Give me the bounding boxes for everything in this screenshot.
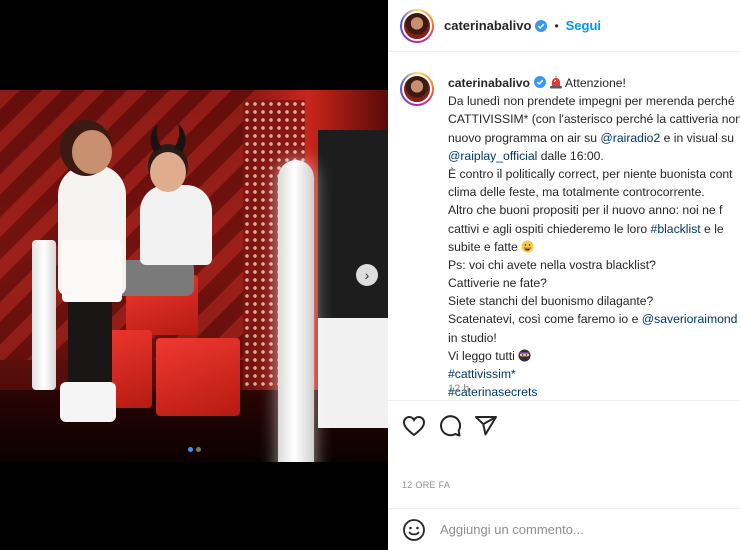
- comment-bar: [388, 508, 740, 550]
- caption-line: Cattiverie ne fate?: [448, 274, 740, 292]
- caption-line: cattivi e agli ospiti chiederemo le loro…: [448, 220, 740, 238]
- caption-fragment: subite e fatte: [448, 239, 522, 254]
- caption-area: caterinabalivo Attenzione! Da lunedì non p…: [388, 52, 740, 400]
- caption-line: CATTIVISSIM* (con l'asterisco perché la …: [448, 110, 740, 128]
- caption-time[interactable]: 12 h: [448, 383, 469, 395]
- caption-fragment: Cattiverie ne fate?: [448, 276, 547, 291]
- carousel-dots: [0, 441, 388, 453]
- caption-fragment: in studio!: [448, 330, 497, 345]
- post-header: caterinabalivo • Segui: [388, 0, 740, 52]
- caption-line: subite e fatte: [448, 238, 740, 256]
- light-column: [278, 160, 314, 462]
- caption-fragment: cattivi e agli ospiti chiederemo le loro: [448, 221, 651, 236]
- caption-line: #caterinasecrets: [448, 383, 740, 400]
- caption-fragment: nuovo programma on air su: [448, 130, 601, 145]
- caption-line: in studio!: [448, 329, 740, 347]
- verified-badge-icon: [535, 19, 548, 32]
- post-timestamp[interactable]: 12 ORE FA: [402, 480, 450, 490]
- caption-fragment: clima delle feste, ma totalmente controc…: [448, 185, 705, 200]
- caption-line: Ps: voi chi avete nella vostra blacklist…: [448, 256, 740, 274]
- caption-line: Scatenatevi, così come faremo io e @save…: [448, 310, 740, 328]
- ninja-icon: [518, 349, 531, 362]
- caption-link[interactable]: @rairadio2: [600, 131, 660, 145]
- paper-plane-icon[interactable]: [474, 414, 498, 438]
- woman-skirt: [62, 240, 122, 302]
- caption-fragment: Vi leggo tutti: [448, 348, 519, 363]
- caption-line: @raiplay_official dalle 16:00.: [448, 147, 740, 165]
- caption-username[interactable]: caterinabalivo: [448, 76, 530, 90]
- carousel-dot-1[interactable]: [187, 447, 193, 453]
- caption-fragment: È contro il politically correct, per nie…: [448, 166, 733, 181]
- caption-fragment: dalle 16:00.: [537, 148, 604, 163]
- caption-line: nuovo programma on air su @rairadio2 e i…: [448, 129, 740, 147]
- woman-boots: [60, 382, 116, 422]
- caption-link[interactable]: @raiplay_official: [448, 149, 537, 163]
- caption-fragment: Da lunedì non prendete impegni per meren…: [448, 94, 735, 109]
- caption-line: caterinabalivo Attenzione!: [448, 74, 740, 92]
- man-figure: [140, 185, 212, 265]
- police-light-icon: [549, 75, 562, 89]
- comment-input[interactable]: [440, 522, 730, 537]
- grinning-face-icon: [521, 240, 534, 253]
- caption-line: Altro che buoni propositi per il nuovo a…: [448, 201, 740, 219]
- caption-line: Vi leggo tutti: [448, 347, 740, 365]
- woman-head: [72, 130, 112, 174]
- avatar[interactable]: [400, 8, 434, 43]
- caption-line: clima delle feste, ma totalmente controc…: [448, 183, 740, 201]
- carousel-dot-2[interactable]: [195, 447, 201, 453]
- comment-bubble-icon[interactable]: [438, 414, 462, 438]
- caption-fragment: Ps: voi chi avete nella vostra blacklist…: [448, 257, 656, 272]
- post-photo[interactable]: [0, 90, 388, 462]
- caption-link[interactable]: #blacklist: [651, 222, 701, 236]
- caption-line: #cattivissim*: [448, 365, 740, 383]
- light-column-left: [32, 240, 56, 390]
- caption-text: caterinabalivo Attenzione! Da lunedì non p…: [448, 74, 740, 400]
- action-bar: [388, 400, 740, 450]
- caption-fragment: e le: [700, 221, 724, 236]
- post-media: ›: [0, 0, 388, 550]
- caption-fragment: Siete stanchi del buonismo dilagante?: [448, 294, 654, 309]
- heart-icon[interactable]: [402, 414, 426, 438]
- header-username[interactable]: caterinabalivo: [444, 18, 531, 33]
- devil-horns-icon: [150, 124, 186, 152]
- instagram-post-modal: › caterinabalivo • Segui caterinabalivo A…: [0, 0, 740, 550]
- caption-avatar[interactable]: [400, 72, 434, 106]
- caption-line: Da lunedì non prendete impegni per meren…: [448, 92, 740, 110]
- caption-link[interactable]: @saverioraimond: [642, 312, 738, 326]
- post-sidebar: caterinabalivo • Segui caterinabalivo Att…: [388, 0, 740, 550]
- separator: •: [554, 18, 559, 33]
- caption-link[interactable]: #cattivissim*: [448, 367, 516, 381]
- caption-fragment: Altro che buoni propositi per il nuovo a…: [448, 203, 723, 218]
- chevron-right-icon[interactable]: ›: [356, 264, 378, 286]
- white-box: [318, 318, 388, 428]
- verified-badge-icon: [533, 76, 546, 88]
- smiley-icon[interactable]: [402, 518, 426, 542]
- dark-panel: [318, 130, 388, 320]
- caption-fragment: CATTIVISSIM* (con l'asterisco perché la …: [448, 112, 740, 127]
- caption-fragment: Attenzione!: [564, 76, 626, 90]
- caption-fragment: e in visual su: [660, 130, 735, 145]
- caption-fragment: Scatenatevi, così come faremo io e: [448, 312, 642, 327]
- follow-button[interactable]: Segui: [566, 18, 601, 33]
- man-head: [150, 152, 186, 192]
- red-cube-right: [156, 338, 240, 416]
- caption-line: Siete stanchi del buonismo dilagante?: [448, 292, 740, 310]
- caption-line: È contro il politically correct, per nie…: [448, 165, 740, 183]
